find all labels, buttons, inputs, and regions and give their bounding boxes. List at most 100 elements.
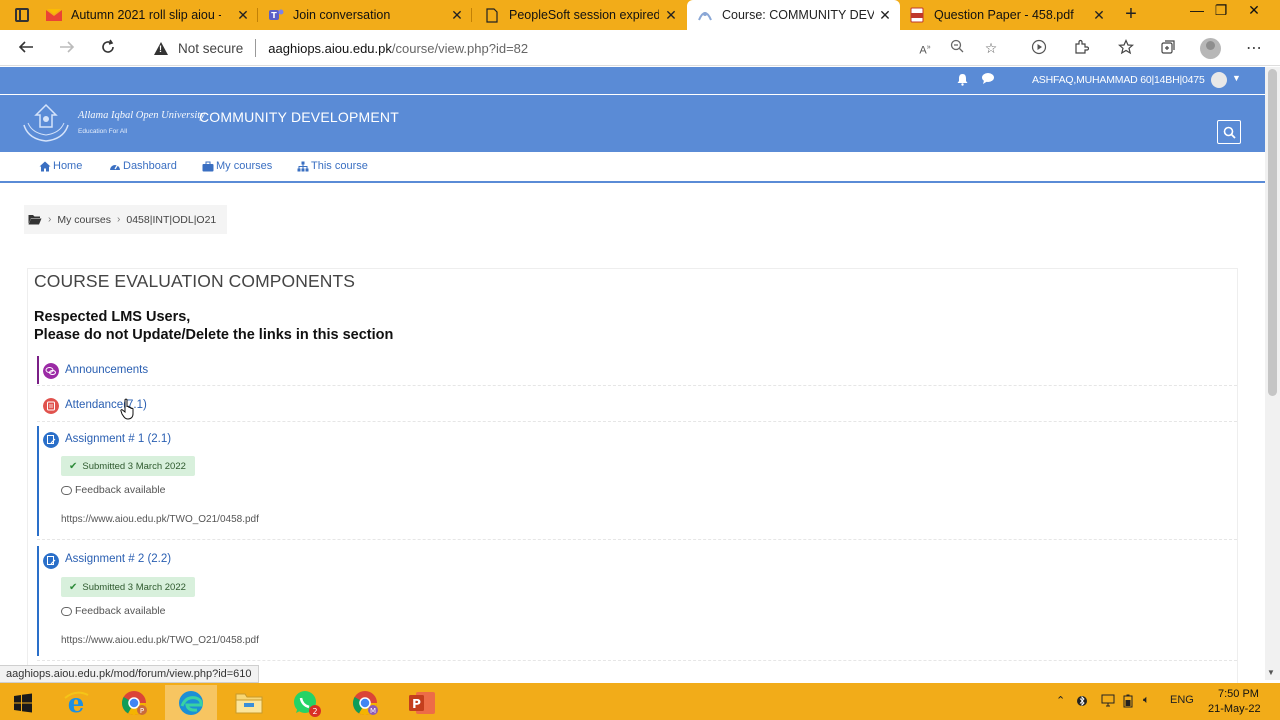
tab-title: PeopleSoft session expired [509,8,659,22]
moodle-icon [697,7,713,23]
messages-icon[interactable] [981,72,995,88]
user-menu-name[interactable]: ASHFAQ,MUHAMMAD 60|14BH|0475 [1032,74,1205,86]
search-icon [1223,126,1236,139]
activity-indicator [37,546,39,656]
add-favorite-icon[interactable]: ☆ [982,39,1000,57]
tab-pdf[interactable]: Question Paper - 458.pdf ✕ [902,0,1114,30]
url-host[interactable]: aaghiops.aiou.edu.pk [268,41,392,56]
breadcrumb-separator: › [48,214,52,225]
clock-date[interactable]: 21-May-22 [1208,703,1261,715]
close-icon[interactable]: ✕ [664,8,678,22]
comment-icon [61,485,72,495]
user-navbar: ASHFAQ,MUHAMMAD 60|14BH|0475 ▼ [0,67,1265,94]
clock-time[interactable]: 7:50 PM [1218,688,1259,700]
taskbar-chrome-profile-p[interactable]: P [108,685,160,720]
bluetooth-icon[interactable] [1077,694,1087,711]
menu-this-course[interactable]: This course [297,160,368,172]
user-avatar[interactable] [1211,72,1227,88]
chrome-icon: P [121,690,147,715]
activity-assignment-1: Assignment # 1 (2.1) ✔ Submitted 3 March… [37,426,1237,540]
close-icon[interactable]: ✕ [878,8,892,22]
tab-actions-icon[interactable] [15,8,29,22]
media-play-icon[interactable] [1029,39,1049,59]
tab-title: Course: COMMUNITY DEVELO [722,8,874,22]
tab-course-active[interactable]: Course: COMMUNITY DEVELO ✕ [687,0,900,30]
assignment-url-text: https://www.aiou.edu.pk/TWO_O21/0458.pdf [61,514,259,525]
comment-icon [61,606,72,616]
section-title: COURSE EVALUATION COMPONENTS [34,271,356,291]
assignment-1-link[interactable]: Assignment # 1 (2.1) [65,433,171,445]
forum-icon [43,363,59,379]
new-tab-button[interactable]: + [1121,4,1141,24]
battery-icon[interactable] [1123,694,1133,711]
taskbar-internet-explorer[interactable]: e [50,685,102,720]
announcements-link[interactable]: Announcements [65,364,148,376]
taskbar-file-explorer[interactable] [223,685,275,720]
forward-icon[interactable] [57,38,77,58]
search-button[interactable] [1217,120,1241,144]
taskbar-whatsapp[interactable]: 2 [281,685,333,720]
taskbar-powerpoint[interactable]: P [396,685,448,720]
course-title[interactable]: COMMUNITY DEVELOPMENT [199,109,399,125]
folder-icon[interactable] [28,214,42,225]
feedback-status: Feedback available [61,484,165,496]
assignment-icon [43,432,59,448]
breadcrumb: › My courses › 0458|INT|ODL|O21 [24,205,227,234]
feedback-text: Feedback available [75,605,166,617]
assignment-2-link[interactable]: Assignment # 2 (2.2) [65,553,171,565]
submitted-text: Submitted 3 March 2022 [82,460,186,472]
minimize-icon[interactable]: — [1187,2,1207,18]
close-icon[interactable]: ✕ [450,8,464,22]
read-aloud-icon[interactable]: A» [916,39,934,57]
extensions-icon[interactable] [1071,39,1091,59]
submitted-badge: ✔ Submitted 3 March 2022 [61,577,195,597]
profile-avatar[interactable] [1200,38,1221,59]
network-icon[interactable] [1101,694,1115,710]
chevron-down-icon[interactable]: ▼ [1232,73,1241,83]
notification-bell-icon[interactable] [956,73,969,89]
close-icon[interactable]: ✕ [236,8,250,22]
section-summary-line1: Respected LMS Users, [34,309,191,325]
gmail-icon [46,7,62,23]
volume-icon[interactable]: 🔈︎ [1143,694,1150,707]
window-close-icon[interactable]: ✕ [1244,2,1264,19]
zoom-icon[interactable] [948,39,966,57]
breadcrumb-course[interactable]: 0458|INT|ODL|O21 [126,214,216,226]
menu-home[interactable]: Home [39,160,82,172]
close-icon[interactable]: ✕ [1092,8,1106,22]
refresh-icon[interactable] [98,38,118,58]
university-motto: Education For All [78,128,128,135]
taskbar-chrome-profile-m[interactable]: M [339,685,391,720]
feedback-text: Feedback available [75,484,166,496]
back-icon[interactable] [16,38,36,58]
menu-my-courses[interactable]: My courses [202,160,272,172]
more-options-icon[interactable]: ⋯ [1244,39,1264,59]
breadcrumb-my-courses[interactable]: My courses [57,214,111,226]
show-hidden-icons-icon[interactable]: ⌃ [1056,694,1065,707]
address-bar[interactable]: Not secure aaghiops.aiou.edu.pk/course/v… [136,33,1021,63]
home-icon [39,161,51,171]
scrollbar-thumb[interactable] [1268,69,1277,396]
taskbar-edge-active[interactable] [165,685,217,720]
powerpoint-icon: P [409,691,435,714]
section-summary-line2: Please do not Update/Delete the links in… [34,327,394,343]
tab-separator [257,8,258,22]
start-button[interactable] [0,685,46,720]
attendance-icon [43,398,59,414]
favorites-icon[interactable] [1116,39,1136,59]
not-secure-label[interactable]: Not secure [178,41,243,56]
tab-peoplesoft[interactable]: PeopleSoft session expired ✕ [474,0,686,30]
collections-icon[interactable] [1158,39,1178,59]
course-header: Allama Iqbal Open University Education F… [0,95,1265,152]
tab-title: Autumn 2021 roll slip aiou - m [71,8,221,22]
input-language[interactable]: ENG [1170,694,1194,706]
status-bar-url: aaghiops.aiou.edu.pk/mod/forum/view.php?… [0,665,259,683]
warning-icon[interactable] [154,41,168,55]
activity-indicator [37,356,39,384]
restore-icon[interactable]: ❐ [1211,2,1231,19]
scroll-down-icon[interactable]: ▼ [1267,668,1275,677]
url-path[interactable]: /course/view.php?id=82 [392,41,528,56]
tab-teams[interactable]: T Join conversation ✕ [260,0,472,30]
menu-dashboard[interactable]: Dashboard [109,160,177,172]
tab-gmail[interactable]: Autumn 2021 roll slip aiou - m ✕ [46,0,258,30]
